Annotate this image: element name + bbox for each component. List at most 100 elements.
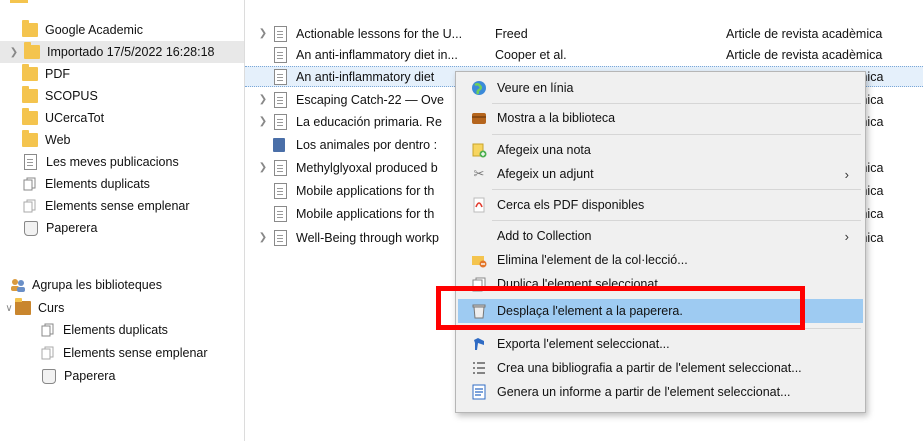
sidebar-item-label: SCOPUS [45,89,98,103]
document-icon [274,113,287,130]
library-icon [471,110,487,126]
menu-show-in-library[interactable]: Mostra a la biblioteca [458,106,863,130]
duplicate-icon [40,323,56,337]
chevron-right-icon[interactable]: ❯ [8,47,20,58]
menu-label: Afegeix un adjunt [497,167,594,181]
sidebar-item-curs[interactable]: ∨ Curs [3,297,64,319]
folder-icon [22,130,38,147]
chevron-right-icon[interactable]: ❯ [257,94,269,105]
folder-icon [22,20,38,37]
sidebar-item-unfiled[interactable]: Elements sense emplenar [10,195,190,217]
document-icon [274,182,287,199]
sidebar-item-label: Google Academic [45,23,143,37]
menu-view-online[interactable]: Veure en línia [458,76,863,100]
sidebar-item-trash[interactable]: Paperera [10,217,97,239]
book-icon [273,137,285,152]
item-creator: Cooper et al. [495,47,567,62]
group-icon [10,278,26,292]
context-menu: Veure en línia Mostra a la biblioteca Af… [455,71,866,413]
menu-find-pdfs[interactable]: Cerca els PDF disponibles [458,193,863,217]
sidebar-item-label: Elements duplicats [45,177,150,191]
sidebar-item-label: Paperera [46,221,98,235]
sidebar-item-ucercatot[interactable]: UCercaTot [10,107,104,129]
unfiled-icon [22,199,38,213]
folder-icon [22,108,38,125]
sidebar-item-my-publications[interactable]: Les meves publicacions [10,151,179,173]
folder-remove-icon [471,252,487,268]
document-icon [274,91,287,108]
document-icon [274,68,287,85]
item-title: Actionable lessons for the U... [296,26,463,41]
menu-add-note[interactable]: Afegeix una nota [458,138,863,162]
trash-icon [42,368,56,384]
sidebar-item-pdf[interactable]: PDF [10,63,70,85]
menu-separator [492,189,861,190]
document-icon [274,46,287,63]
sidebar-item-label: Elements sense emplenar [45,199,190,213]
sidebar-item-label: Web [45,133,71,147]
unfiled-icon [40,346,56,360]
chevron-right-icon[interactable]: ❯ [257,116,269,127]
menu-label: Genera un informe a partir de l'element … [497,385,791,399]
collections-pane: Google Academic ❯ Importado 17/5/2022 16… [0,0,244,441]
item-creator: Freed [495,26,528,41]
trash-icon [24,220,38,236]
menu-add-attachment[interactable]: ✂ Afegeix un adjunt › [458,162,863,186]
duplicate-icon [22,177,38,191]
menu-label: Crea una bibliografia a partir de l'elem… [497,361,802,375]
sidebar-item-scopus[interactable]: SCOPUS [10,85,98,107]
submenu-arrow-icon: › [844,166,849,182]
sidebar-item-curs-unfiled[interactable]: Elements sense emplenar [40,342,208,364]
note-add-icon [471,142,487,158]
sidebar-item-label: Importado 17/5/2022 16:28:18 [47,45,215,59]
chevron-right-icon[interactable]: ❯ [257,28,269,39]
item-type: Article de revista acadèmica [726,26,883,41]
menu-label: Exporta l'element seleccionat... [497,337,670,351]
sidebar-item-web[interactable]: Web [10,129,70,151]
menu-label: Afegeix una nota [497,143,591,157]
menu-remove-from-collection[interactable]: Elimina l'element de la col·lecció... [458,248,863,272]
list-icon [471,360,487,376]
chevron-down-icon[interactable]: ∨ [3,303,15,314]
document-icon [274,25,287,42]
menu-label: Veure en línia [497,81,574,95]
sidebar-item-label: Curs [38,301,65,315]
item-type: Article de revista acadèmica [726,47,883,62]
menu-add-to-collection[interactable]: Add to Collection › [458,224,863,248]
item-title: An anti-inflammatory diet in... [296,47,458,62]
menu-export[interactable]: Exporta l'element seleccionat... [458,332,863,356]
menu-label: Elimina l'element de la col·lecció... [497,253,688,267]
globe-icon [471,80,487,96]
menu-generate-report[interactable]: Genera un informe a partir de l'element … [458,380,863,404]
folder-icon [24,42,40,59]
document-icon [274,159,287,176]
document-icon [274,205,287,222]
annotation-highlight-box [436,286,805,330]
sidebar-item-label: PDF [45,67,70,81]
chevron-right-icon[interactable]: ❯ [257,232,269,243]
library-icon [15,298,31,315]
chevron-right-icon[interactable]: ❯ [257,162,269,173]
report-icon [471,384,487,400]
folder-icon [22,64,38,81]
document-icon [24,154,37,170]
sidebar-item-duplicates[interactable]: Elements duplicats [10,173,150,195]
group-libraries-label: Agrupa les biblioteques [32,278,162,292]
folder-icon [22,86,38,103]
menu-label: Cerca els PDF disponibles [497,198,645,212]
menu-separator [492,220,861,221]
submenu-arrow-icon: › [844,228,849,244]
sidebar-item-google-academic[interactable]: Google Academic [10,19,143,41]
sidebar-item-curs-duplicates[interactable]: Elements duplicats [40,319,168,341]
sidebar-item-label: Elements sense emplenar [63,346,208,360]
sidebar-item-label: Paperera [64,369,116,383]
sidebar-item-label: Les meves publicacions [46,155,179,169]
menu-label: Add to Collection [497,229,592,243]
list-item[interactable]: An anti-inflammatory diet in... Cooper e… [245,44,923,65]
menu-create-bibliography[interactable]: Crea una bibliografia a partir de l'elem… [458,356,863,380]
list-item[interactable]: ❯ Actionable lessons for the U... Freed … [245,23,923,44]
sidebar-item-curs-trash[interactable]: Paperera [40,365,115,387]
sidebar-item-importado[interactable]: ❯ Importado 17/5/2022 16:28:18 [0,41,244,63]
sidebar-item-label: UCercaTot [45,111,105,125]
group-libraries-header[interactable]: Agrupa les biblioteques [10,274,162,296]
